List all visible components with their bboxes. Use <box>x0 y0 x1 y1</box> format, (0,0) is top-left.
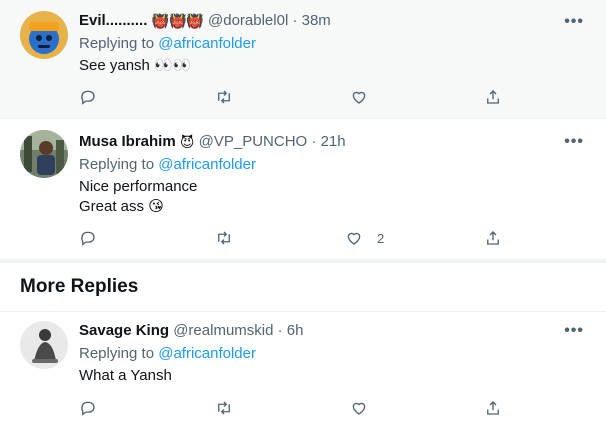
retweet-icon <box>218 90 230 104</box>
tweet-text-line: Great ass 😘 <box>79 198 164 215</box>
like-button[interactable]: 2 <box>345 228 384 248</box>
retweet-button[interactable] <box>215 87 233 107</box>
retweet-icon <box>218 401 230 415</box>
tweet-header: Musa Ibrahim 😈 @VP_PUNCHO · 21h <box>79 133 346 151</box>
replying-prefix: Replying to <box>79 156 159 173</box>
timestamp[interactable]: 6h <box>287 322 304 339</box>
user-handle[interactable]: @VP_PUNCHO <box>199 133 308 150</box>
more-icon[interactable]: ••• <box>564 323 584 339</box>
tweet-2[interactable]: Musa Ibrahim 😈 @VP_PUNCHO · 21h ••• Repl… <box>0 119 606 259</box>
share-button[interactable] <box>484 87 502 107</box>
reply-button[interactable] <box>79 87 97 107</box>
share-button[interactable] <box>484 228 502 248</box>
separator-dot: · <box>292 12 298 29</box>
like-icon <box>347 232 361 245</box>
avatar[interactable] <box>20 321 68 369</box>
replying-prefix: Replying to <box>79 345 159 362</box>
separator-dot: · <box>277 322 283 339</box>
action-bar <box>79 398 499 418</box>
timestamp[interactable]: 38m <box>302 12 331 29</box>
avatar-image <box>20 130 68 178</box>
share-icon <box>487 90 499 104</box>
tweet-header: Evil.......... 👹👹👹 @dorablel0l · 38m <box>79 12 331 30</box>
avatar-image <box>20 321 68 369</box>
replying-to-link[interactable]: @africanfolder <box>158 345 256 362</box>
avatar[interactable] <box>20 11 68 59</box>
replying-to-link[interactable]: @africanfolder <box>158 156 256 173</box>
like-icon <box>352 91 366 104</box>
action-bar <box>79 87 499 107</box>
reply-icon <box>81 231 95 246</box>
user-handle[interactable]: @dorablel0l <box>208 12 288 29</box>
like-icon <box>352 402 366 415</box>
like-count: 2 <box>377 230 385 246</box>
share-button[interactable] <box>484 398 502 418</box>
like-button[interactable] <box>350 398 382 418</box>
replying-prefix: Replying to <box>79 35 159 52</box>
share-icon <box>487 231 499 245</box>
section-title: More Replies <box>20 276 139 297</box>
separator-dot: · <box>311 133 317 150</box>
reply-button[interactable] <box>79 228 97 248</box>
reply-icon <box>81 90 95 105</box>
name-emoji: 😈 <box>179 134 195 150</box>
more-icon[interactable]: ••• <box>564 134 584 150</box>
replying-to: Replying to @africanfolder <box>79 345 256 362</box>
reply-icon <box>81 401 95 416</box>
tweet-text-line: What a Yansh <box>79 367 172 384</box>
name-emoji: 👹👹👹 <box>151 13 204 29</box>
display-name[interactable]: Musa Ibrahim <box>79 133 176 150</box>
tweet-header: Savage King @realmumskid · 6h <box>79 322 303 339</box>
section-divider <box>0 259 606 263</box>
tweet-1[interactable]: Evil.......... 👹👹👹 @dorablel0l · 38m •••… <box>0 0 606 118</box>
display-name[interactable]: Savage King <box>79 322 169 339</box>
retweet-button[interactable] <box>215 228 233 248</box>
tweet-text-line: See yansh 👀👀 <box>79 57 192 74</box>
replying-to-link[interactable]: @africanfolder <box>158 35 256 52</box>
tweet-3[interactable]: Savage King @realmumskid · 6h ••• Replyi… <box>0 312 606 437</box>
avatar-image <box>20 11 68 59</box>
replying-to: Replying to @africanfolder <box>79 35 256 52</box>
replying-to: Replying to @africanfolder <box>79 156 256 173</box>
timestamp[interactable]: 21h <box>321 133 346 150</box>
user-handle[interactable]: @realmumskid <box>173 322 273 339</box>
more-icon[interactable]: ••• <box>564 14 584 30</box>
retweet-button[interactable] <box>215 398 233 418</box>
reply-button[interactable] <box>79 398 97 418</box>
avatar[interactable] <box>20 130 68 178</box>
share-icon <box>487 401 499 415</box>
like-button[interactable] <box>350 87 382 107</box>
tweet-text-line: Nice performance <box>79 178 198 195</box>
retweet-icon <box>218 231 230 245</box>
display-name[interactable]: Evil.......... <box>79 12 147 29</box>
action-bar: 2 <box>79 228 499 248</box>
